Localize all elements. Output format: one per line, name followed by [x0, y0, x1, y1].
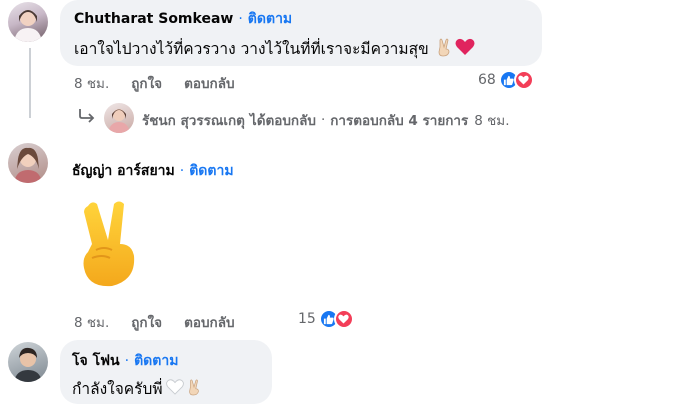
reply-summary-time: 8 ชม.: [474, 113, 510, 129]
avatar-jo-phon[interactable]: [8, 342, 48, 382]
thread-line: [29, 48, 31, 118]
reaction-summary-1[interactable]: 68: [478, 70, 534, 90]
separator-dot: ·: [320, 112, 326, 128]
victory-hand-emoji-icon: [435, 37, 453, 61]
comment-text: กำลังใจครับพี่: [72, 380, 163, 398]
comment-actions-1: 8 ชม. ถูกใจ ตอบกลับ: [74, 72, 235, 94]
love-reaction-icon: [333, 309, 354, 329]
follow-link[interactable]: ติดตาม: [189, 160, 233, 182]
red-heart-emoji-icon: [455, 38, 475, 60]
like-action[interactable]: ถูกใจ: [131, 311, 162, 333]
like-action[interactable]: ถูกใจ: [131, 72, 162, 94]
comment-bubble-1: Chutharat Somkeaw · ติดตาม เอาใจไปวางไว้…: [60, 0, 542, 66]
reaction-summary-2[interactable]: 15: [298, 309, 354, 329]
reaction-count: 15: [298, 311, 316, 327]
comment-body: เอาใจไปวางไว้ที่ควรวาง วางไว้ในที่ที่เรา…: [74, 36, 475, 61]
comment-author[interactable]: โจ โฟน: [72, 350, 120, 372]
comment-header: โจ โฟน · ติดตาม: [72, 350, 178, 372]
reply-summary-name[interactable]: รัชนก สุวรรณเกตุ: [142, 109, 245, 131]
reply-action[interactable]: ตอบกลับ: [184, 72, 234, 94]
victory-hand-emoji-icon: [186, 378, 202, 400]
comment-bubble-3: โจ โฟน · ติดตาม กำลังใจครับพี่: [60, 340, 272, 404]
separator-dot: ·: [179, 163, 185, 179]
separator-dot: ·: [238, 11, 243, 27]
comment-actions-2: 8 ชม. ถูกใจ ตอบกลับ: [74, 311, 235, 333]
reply-action[interactable]: ตอบกลับ: [184, 311, 234, 333]
avatar-ratchanok[interactable]: [104, 103, 134, 133]
comment-time[interactable]: 8 ชม.: [74, 311, 109, 333]
reply-summary-count[interactable]: การตอบกลับ 4 รายการ: [330, 109, 468, 131]
white-heart-emoji-icon: [165, 378, 184, 399]
follow-link[interactable]: ติดตาม: [134, 350, 178, 372]
avatar-thanya[interactable]: [8, 143, 48, 183]
avatar-chutharat[interactable]: [8, 2, 48, 42]
reply-summary[interactable]: รัชนก สุวรรณเกตุ ได้ตอบกลับ · การตอบกลับ…: [142, 109, 510, 131]
separator-dot: ·: [124, 353, 130, 369]
reply-arrow-icon: [78, 108, 96, 128]
comment-header: ธัญญ่า อาร์สยาม · ติดตาม: [72, 160, 234, 182]
comment-author[interactable]: Chutharat Somkeaw: [74, 11, 233, 27]
reply-summary-action: ได้ตอบกลับ: [249, 113, 316, 129]
comment-author[interactable]: ธัญญ่า อาร์สยาม: [72, 160, 175, 182]
love-reaction-icon: [513, 70, 534, 90]
follow-link[interactable]: ติดตาม: [248, 8, 292, 30]
comment-header: Chutharat Somkeaw · ติดตาม: [74, 8, 292, 30]
victory-hand-emoji-sticker: [74, 200, 146, 292]
comment-body: กำลังใจครับพี่: [72, 376, 202, 401]
reaction-count: 68: [478, 72, 496, 88]
comment-text: เอาใจไปวางไว้ที่ควรวาง วางไว้ในที่ที่เรา…: [74, 40, 429, 58]
comment-time[interactable]: 8 ชม.: [74, 72, 109, 94]
